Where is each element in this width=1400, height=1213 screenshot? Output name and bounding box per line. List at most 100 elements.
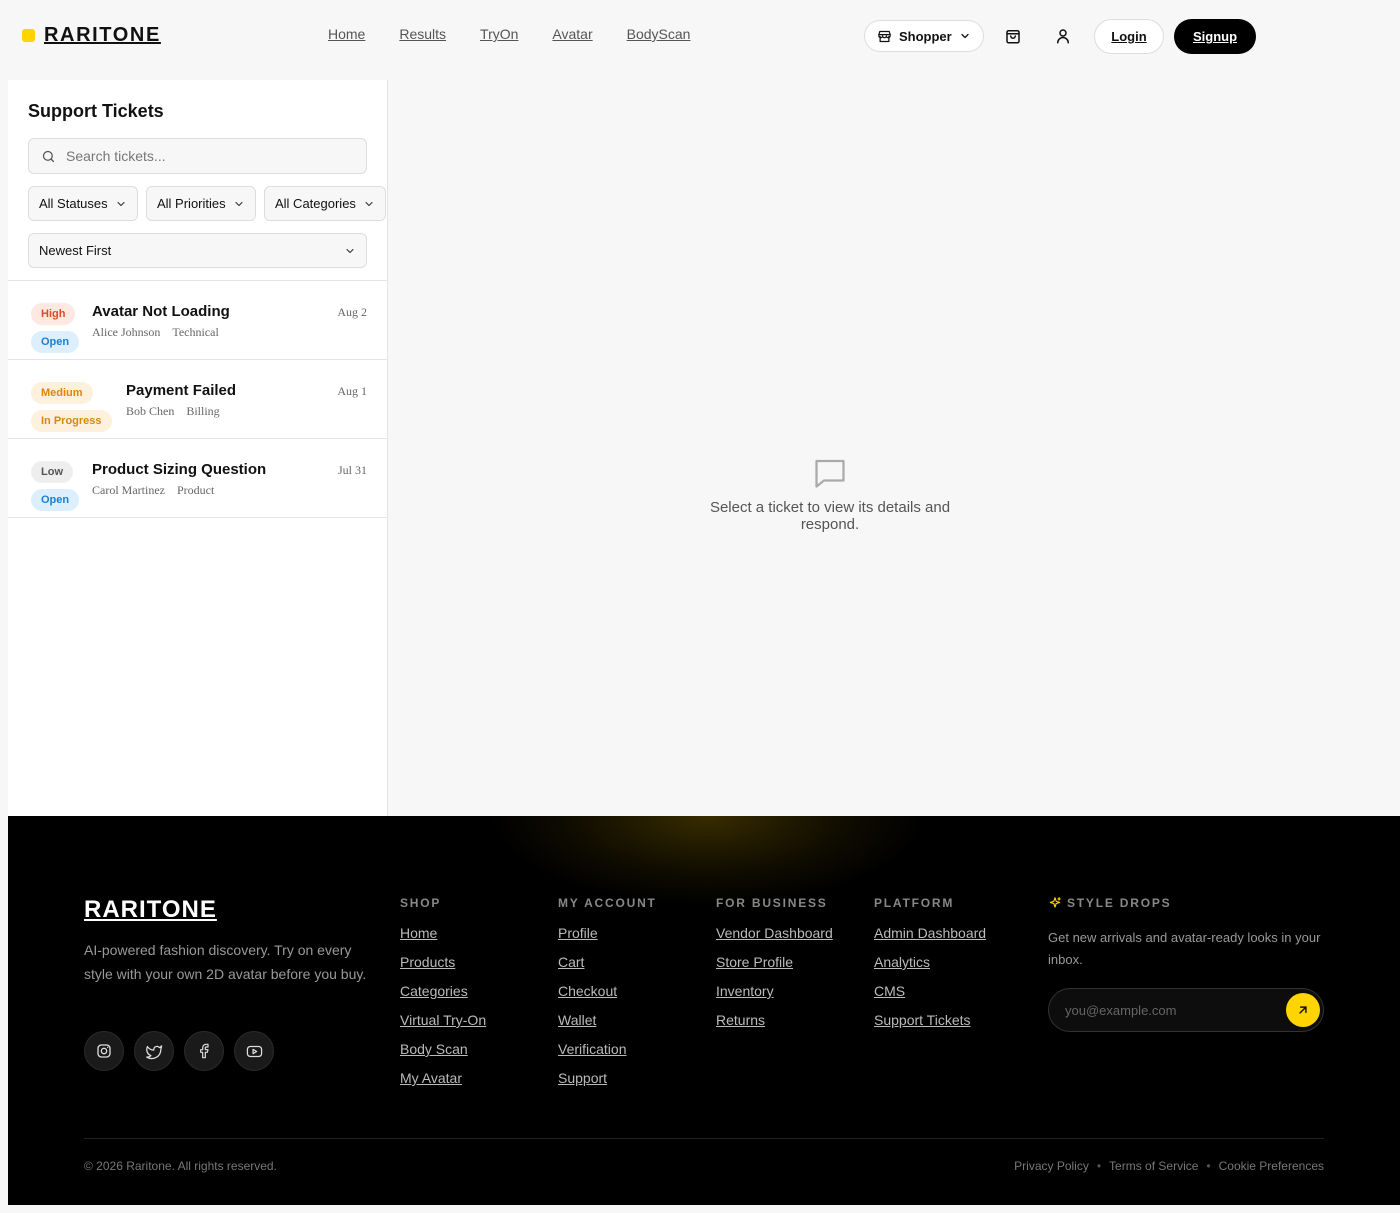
status-filter[interactable]: All Statuses	[28, 186, 138, 221]
ticket-row[interactable]: Medium In Progress Payment Failed Bob Ch…	[8, 360, 387, 439]
status-badge: Open	[31, 331, 80, 353]
separator-dot: •	[1096, 1159, 1102, 1173]
footer-column-business: FOR BUSINESS Vendor Dashboard Store Prof…	[716, 896, 833, 1041]
chevron-down-icon	[961, 33, 969, 39]
footer-link[interactable]: Virtual Try-On	[400, 1012, 486, 1029]
footer-link[interactable]: Categories	[400, 983, 486, 1000]
ticket-title: Avatar Not Loading	[92, 303, 230, 320]
newsletter-email-input[interactable]	[1065, 1002, 1265, 1018]
site-footer: RARITONE AI-powered fashion discovery. T…	[8, 816, 1400, 1205]
footer-link[interactable]: Products	[400, 954, 486, 971]
search-input[interactable]	[66, 148, 346, 164]
copyright: © 2026 Raritone. All rights reserved.	[84, 1159, 277, 1173]
legal-links: Privacy Policy • Terms of Service • Cook…	[1014, 1159, 1324, 1173]
footer-link[interactable]: Admin Dashboard	[874, 925, 986, 942]
footer-logo[interactable]: RARITONE	[84, 896, 217, 924]
ticket-row[interactable]: High Open Avatar Not Loading Alice Johns…	[8, 281, 387, 360]
nav-home[interactable]: Home	[328, 26, 365, 42]
footer-link[interactable]: Body Scan	[400, 1041, 486, 1058]
nav-bodyscan[interactable]: BodyScan	[627, 26, 691, 42]
logo[interactable]: RARITONE	[22, 24, 161, 47]
category-filter[interactable]: All Categories	[264, 186, 386, 221]
sort-select[interactable]: Newest First	[28, 233, 367, 268]
store-icon	[878, 30, 891, 42]
ticket-row[interactable]: Low Open Product Sizing Question Carol M…	[8, 439, 387, 518]
newsletter-submit-button[interactable]	[1286, 993, 1320, 1027]
instagram-link[interactable]	[84, 1031, 124, 1071]
twitter-icon	[145, 1044, 162, 1059]
facebook-icon	[200, 1043, 209, 1059]
ticket-search[interactable]	[28, 138, 367, 174]
chevron-down-icon	[365, 201, 373, 206]
search-icon	[42, 150, 55, 162]
ticket-category: Billing	[186, 404, 220, 418]
footer-link[interactable]: Checkout	[558, 983, 657, 1000]
terms-link[interactable]: Terms of Service	[1109, 1159, 1198, 1173]
ticket-title: Payment Failed	[126, 382, 237, 399]
login-button[interactable]: Login	[1094, 19, 1164, 54]
nav-avatar[interactable]: Avatar	[552, 26, 592, 42]
separator-dot: •	[1206, 1159, 1211, 1173]
sparkle-icon	[1049, 897, 1061, 908]
youtube-link[interactable]	[234, 1031, 274, 1071]
chevron-down-icon	[346, 248, 354, 253]
footer-link[interactable]: CMS	[874, 983, 986, 1000]
empty-state-text: Select a ticket to view its details and …	[709, 499, 951, 533]
account-button[interactable]	[1051, 24, 1075, 48]
priority-badge: High	[31, 303, 76, 325]
ticket-date: Aug 2	[337, 305, 367, 319]
newsletter-title: STYLE DROPS	[1048, 896, 1324, 910]
footer-link[interactable]: Profile	[558, 925, 657, 942]
ticket-meta: Alice Johnson Technical	[92, 325, 219, 340]
arrow-up-right-icon	[1299, 1006, 1307, 1014]
site-header: RARITONE Home Results TryOn Avatar BodyS…	[0, 0, 1400, 80]
ticket-title: Product Sizing Question	[92, 461, 267, 478]
footer-description: AI-powered fashion discovery. Try on eve…	[84, 942, 367, 982]
sort-value: Newest First	[39, 243, 112, 258]
nav-tryon[interactable]: TryOn	[480, 26, 518, 42]
footer-glow	[488, 816, 928, 906]
ticket-customer: Carol Martinez	[92, 483, 165, 497]
facebook-link[interactable]	[184, 1031, 224, 1071]
footer-link[interactable]: Cart	[558, 954, 657, 971]
ticket-date: Jul 31	[337, 463, 367, 477]
footer-link[interactable]: Vendor Dashboard	[716, 925, 833, 942]
panel-title: Support Tickets	[28, 101, 164, 121]
footer-link[interactable]: Support Tickets	[874, 1012, 986, 1029]
status-badge: Open	[31, 489, 80, 511]
nav-results[interactable]: Results	[399, 26, 446, 42]
user-icon	[1057, 29, 1069, 44]
newsletter-description: Get new arrivals and avatar-ready looks …	[1048, 930, 1321, 967]
logo-text[interactable]: RARITONE	[44, 24, 161, 47]
footer-link[interactable]: Returns	[716, 1012, 833, 1029]
newsletter-form	[1048, 988, 1324, 1032]
cart-button[interactable]	[1001, 24, 1025, 48]
footer-divider	[84, 1138, 1324, 1139]
footer-link[interactable]: Analytics	[874, 954, 986, 971]
footer-link[interactable]: Inventory	[716, 983, 833, 1000]
footer-link[interactable]: My Avatar	[400, 1070, 486, 1087]
footer-link[interactable]: Wallet	[558, 1012, 657, 1029]
footer-link[interactable]: Home	[400, 925, 486, 942]
priority-filter[interactable]: All Priorities	[146, 186, 256, 221]
footer-link[interactable]: Verification	[558, 1041, 657, 1058]
column-title: PLATFORM	[874, 896, 955, 910]
signup-button[interactable]: Signup	[1174, 19, 1256, 54]
column-title: FOR BUSINESS	[716, 896, 828, 910]
tickets-panel: Support Tickets All Statuses All Priorit…	[8, 80, 388, 816]
social-links	[84, 1031, 274, 1071]
ticket-detail-empty-state: Select a ticket to view its details and …	[700, 455, 960, 533]
twitter-link[interactable]	[134, 1031, 174, 1071]
role-switcher[interactable]: Shopper	[864, 20, 984, 52]
priority-filter-value: All Priorities	[157, 196, 226, 211]
footer-link[interactable]: Support	[558, 1070, 657, 1087]
priority-badge: Low	[31, 461, 73, 483]
ticket-date: Aug 1	[337, 384, 367, 398]
footer-column-platform: PLATFORM Admin Dashboard Analytics CMS S…	[874, 896, 986, 1041]
ticket-customer: Alice Johnson	[92, 325, 161, 339]
privacy-policy-link[interactable]: Privacy Policy	[1014, 1159, 1089, 1173]
priority-badge: Medium	[31, 382, 93, 404]
cookie-preferences-link[interactable]: Cookie Preferences	[1219, 1159, 1324, 1173]
ticket-meta: Carol Martinez Product	[92, 483, 214, 498]
footer-link[interactable]: Store Profile	[716, 954, 833, 971]
